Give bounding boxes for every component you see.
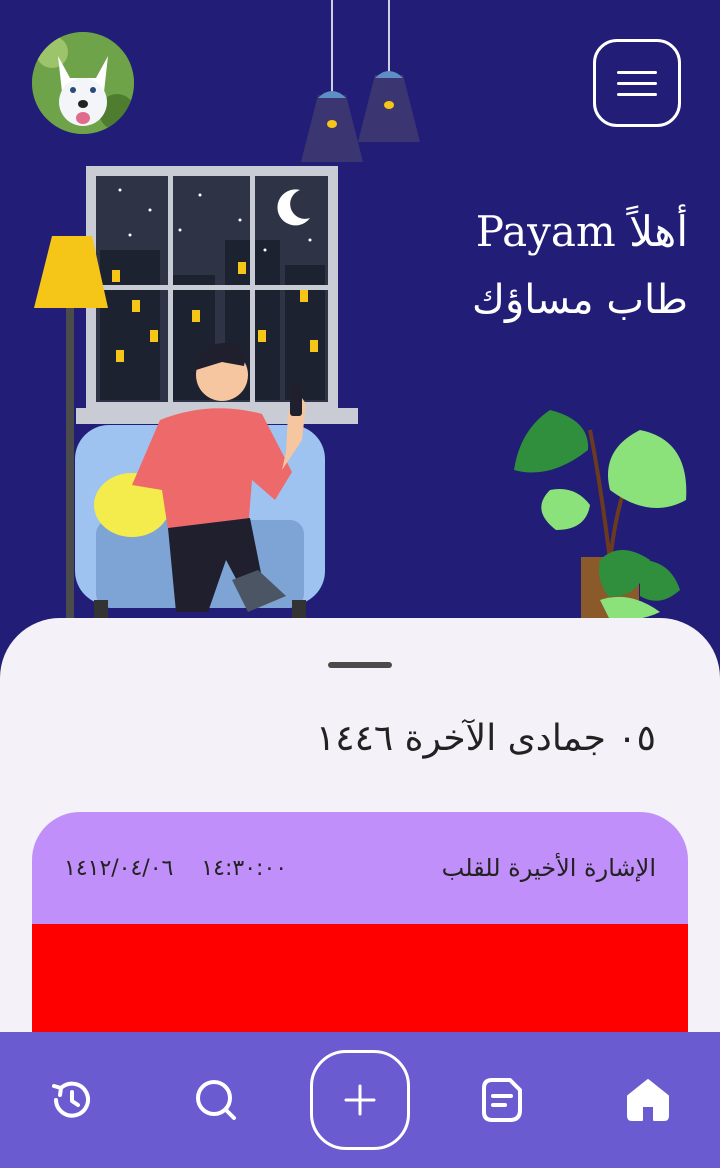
card-title: الإشارة الأخيرة للقلب xyxy=(441,854,656,882)
menu-line xyxy=(617,70,657,74)
home-icon xyxy=(627,1079,669,1121)
add-button-frame xyxy=(310,1050,410,1150)
card-header: الإشارة الأخيرة للقلب ١٤:٣٠:٠٠ ١٤١٢/٠٤/٠… xyxy=(32,812,688,924)
bottom-navbar xyxy=(0,1032,720,1168)
avatar[interactable] xyxy=(32,32,134,134)
add-icon xyxy=(344,1084,376,1116)
card-date: ١٤١٢/٠٤/٠٦ xyxy=(64,855,174,881)
greeting-name: أهلاً Payam xyxy=(475,207,688,256)
document-icon xyxy=(482,1078,522,1122)
greeting-message: طاب مساؤك xyxy=(472,277,688,323)
drag-handle[interactable] xyxy=(328,662,392,668)
documents-button[interactable] xyxy=(454,1050,554,1150)
add-button[interactable] xyxy=(310,1050,410,1150)
greeting: أهلاً Payam طاب مساؤك xyxy=(388,204,688,332)
menu-line xyxy=(617,81,657,85)
hero-section: أهلاً Payam طاب مساؤك xyxy=(0,0,720,640)
husky-avatar-image xyxy=(32,32,134,134)
history-button[interactable] xyxy=(22,1050,122,1150)
home-button[interactable] xyxy=(598,1050,698,1150)
hijri-date: ٠٥ جمادى الآخرة ١٤٤٦ xyxy=(315,718,656,759)
menu-line xyxy=(617,92,657,96)
card-time: ١٤:٣٠:٠٠ xyxy=(201,855,288,881)
history-icon xyxy=(52,1081,90,1118)
card-timestamp: ١٤:٣٠:٠٠ ١٤١٢/٠٤/٠٦ xyxy=(64,856,287,881)
menu-button[interactable] xyxy=(593,39,681,127)
search-icon xyxy=(196,1080,236,1120)
search-button[interactable] xyxy=(166,1050,266,1150)
